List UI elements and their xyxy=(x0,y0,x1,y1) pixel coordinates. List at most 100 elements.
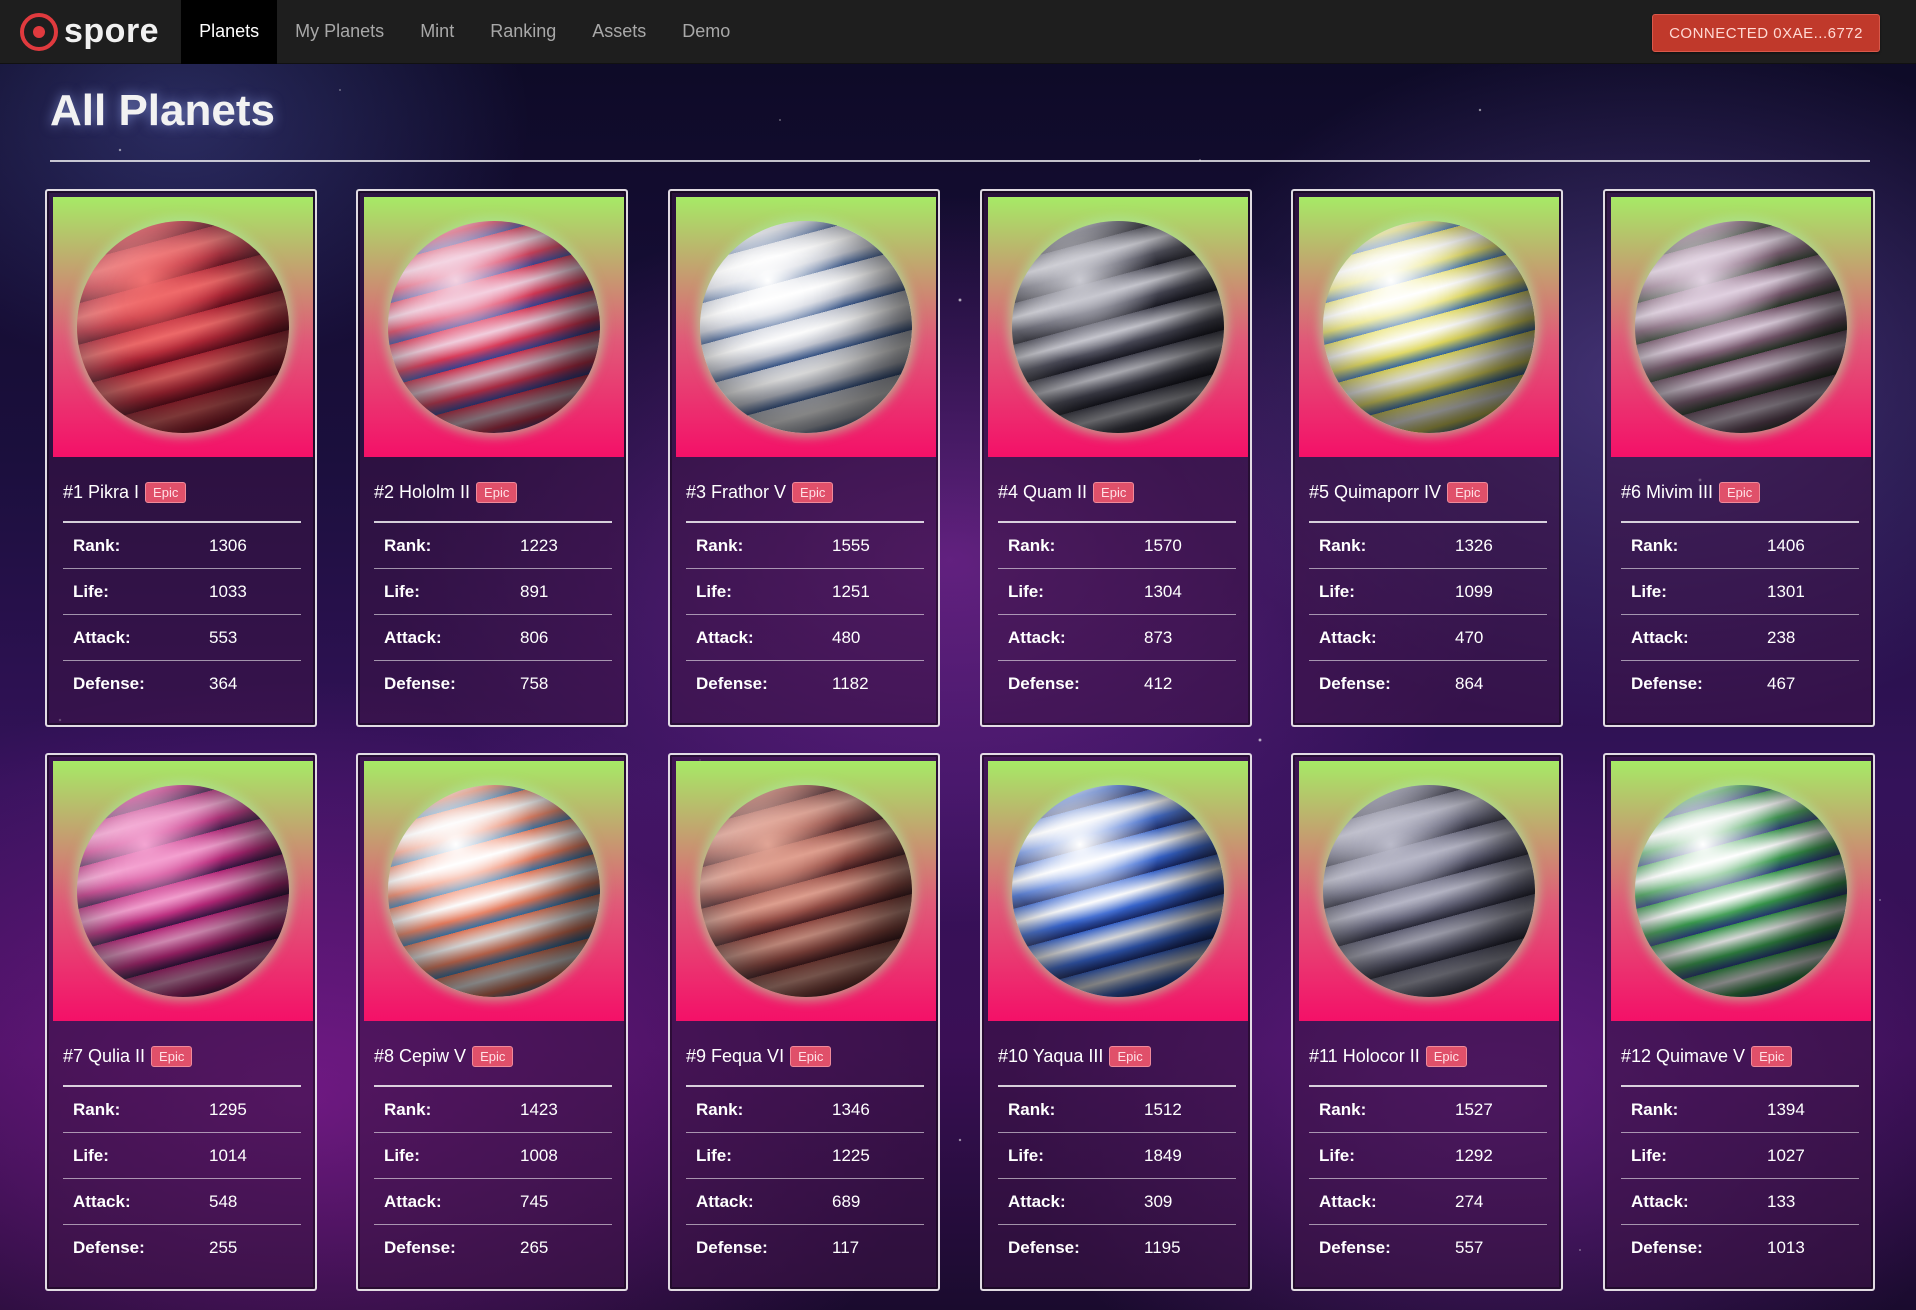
stat-label: Life: xyxy=(1631,1145,1667,1165)
stat-row-defense: Defense: 557 xyxy=(1309,1225,1547,1271)
stat-label: Life: xyxy=(1008,581,1044,601)
stat-label: Life: xyxy=(384,581,420,601)
planet-image-frame xyxy=(988,197,1248,457)
planet-image-frame xyxy=(1611,761,1871,1021)
planet-sphere-image xyxy=(1012,785,1224,997)
stat-label: Defense: xyxy=(696,1238,768,1257)
stat-label: Attack: xyxy=(1008,627,1066,647)
stat-row-attack: Attack: 553 xyxy=(63,615,301,661)
planet-title: #9 Fequa VI Epic xyxy=(686,1046,832,1067)
stat-value-rank: 1306 xyxy=(209,535,247,555)
stat-label: Defense: xyxy=(384,674,456,693)
stat-label: Rank: xyxy=(1631,1099,1679,1119)
planet-sphere-image xyxy=(388,785,600,997)
planet-title: #1 Pikra I Epic xyxy=(63,482,187,503)
planet-name: #11 Holocor II xyxy=(1309,1046,1420,1066)
planet-stats-table: Rank: 1394 Life: 1027 Attack: 133 Defens… xyxy=(1621,1085,1859,1271)
planet-sphere-image xyxy=(1323,221,1535,433)
stat-row-defense: Defense: 864 xyxy=(1309,661,1547,707)
stat-value-attack: 806 xyxy=(520,627,549,647)
stat-label: Attack: xyxy=(696,1191,754,1211)
planet-stats-table: Rank: 1570 Life: 1304 Attack: 873 Defens… xyxy=(998,521,1236,707)
stat-row-rank: Rank: 1295 xyxy=(63,1087,301,1133)
planet-stats-table: Rank: 1406 Life: 1301 Attack: 238 Defens… xyxy=(1621,521,1859,707)
stat-value-life: 1292 xyxy=(1455,1145,1493,1165)
stat-row-defense: Defense: 1013 xyxy=(1621,1225,1859,1271)
stat-label: Defense: xyxy=(73,674,145,693)
stat-value-life: 1027 xyxy=(1767,1145,1805,1165)
planet-card[interactable]: #7 Qulia II Epic Rank: 1295 Life: 1014 A… xyxy=(45,753,317,1291)
stat-value-life: 1008 xyxy=(520,1145,558,1165)
stat-row-rank: Rank: 1306 xyxy=(63,523,301,569)
stat-value-life: 1301 xyxy=(1767,581,1805,601)
planet-card[interactable]: #11 Holocor II Epic Rank: 1527 Life: 129… xyxy=(1291,753,1563,1291)
stat-value-life: 1251 xyxy=(832,581,870,601)
planet-card[interactable]: #2 Hololm II Epic Rank: 1223 Life: 891 A… xyxy=(356,189,628,727)
stat-value-defense: 1195 xyxy=(1144,1238,1181,1257)
stat-label: Attack: xyxy=(384,1191,442,1211)
planet-sphere-image xyxy=(1635,221,1847,433)
planet-card[interactable]: #4 Quam II Epic Rank: 1570 Life: 1304 At… xyxy=(980,189,1252,727)
planet-title: #12 Quimave V Epic xyxy=(1621,1046,1793,1067)
planet-stats-table: Rank: 1326 Life: 1099 Attack: 470 Defens… xyxy=(1309,521,1547,707)
stat-label: Rank: xyxy=(73,535,121,555)
stat-label: Rank: xyxy=(384,1099,432,1119)
stat-value-attack: 133 xyxy=(1767,1191,1796,1211)
planet-card[interactable]: #9 Fequa VI Epic Rank: 1346 Life: 1225 A… xyxy=(668,753,940,1291)
stat-value-attack: 873 xyxy=(1144,627,1173,647)
stat-value-defense: 1182 xyxy=(832,674,869,693)
stat-label: Defense: xyxy=(1631,674,1703,693)
stat-row-rank: Rank: 1570 xyxy=(998,523,1236,569)
stat-label: Defense: xyxy=(384,1238,456,1257)
stat-row-defense: Defense: 758 xyxy=(374,661,612,707)
planet-card[interactable]: #12 Quimave V Epic Rank: 1394 Life: 1027… xyxy=(1603,753,1875,1291)
stat-value-life: 1014 xyxy=(209,1145,247,1165)
planet-name: #2 Hololm II xyxy=(374,482,471,502)
planet-image-frame xyxy=(1611,197,1871,457)
stat-label: Attack: xyxy=(1319,627,1377,647)
stat-value-life: 1849 xyxy=(1144,1145,1182,1165)
planet-card[interactable]: #8 Cepiw V Epic Rank: 1423 Life: 1008 At… xyxy=(356,753,628,1291)
planet-sphere-image xyxy=(1635,785,1847,997)
planet-card[interactable]: #1 Pikra I Epic Rank: 1306 Life: 1033 At… xyxy=(45,189,317,727)
stat-value-rank: 1406 xyxy=(1767,535,1805,555)
planet-card[interactable]: #3 Frathor V Epic Rank: 1555 Life: 1251 … xyxy=(668,189,940,727)
planet-stats-table: Rank: 1223 Life: 891 Attack: 806 Defense… xyxy=(374,521,612,707)
planet-card[interactable]: #6 Mivim III Epic Rank: 1406 Life: 1301 … xyxy=(1603,189,1875,727)
stat-row-life: Life: 1292 xyxy=(1309,1133,1547,1179)
stat-label: Rank: xyxy=(1008,1099,1056,1119)
planet-name: #4 Quam II xyxy=(998,482,1088,502)
stat-label: Attack: xyxy=(1008,1191,1066,1211)
planet-sphere-image xyxy=(700,221,912,433)
planet-name: #6 Mivim III xyxy=(1621,482,1714,502)
planet-title: #7 Qulia II Epic xyxy=(63,1046,193,1067)
stat-row-attack: Attack: 873 xyxy=(998,615,1236,661)
stat-value-rank: 1394 xyxy=(1767,1099,1805,1119)
stat-row-rank: Rank: 1555 xyxy=(686,523,924,569)
stat-label: Life: xyxy=(1319,581,1355,601)
planet-card[interactable]: #10 Yaqua III Epic Rank: 1512 Life: 1849… xyxy=(980,753,1252,1291)
planet-image-frame xyxy=(364,761,624,1021)
stat-label: Attack: xyxy=(73,1191,131,1211)
stat-label: Rank: xyxy=(696,1099,744,1119)
stat-value-rank: 1346 xyxy=(832,1099,870,1119)
rarity-badge: Epic xyxy=(1093,482,1135,503)
stat-value-defense: 1013 xyxy=(1767,1238,1805,1257)
stat-row-rank: Rank: 1423 xyxy=(374,1087,612,1133)
stat-value-defense: 557 xyxy=(1455,1238,1484,1257)
planet-name: #3 Frathor V xyxy=(686,482,787,502)
stat-label: Attack: xyxy=(1631,627,1689,647)
planet-card[interactable]: #5 Quimaporr IV Epic Rank: 1326 Life: 10… xyxy=(1291,189,1563,727)
planet-title: #3 Frathor V Epic xyxy=(686,482,834,503)
planet-title: #10 Yaqua III Epic xyxy=(998,1046,1151,1067)
planet-title: #8 Cepiw V Epic xyxy=(374,1046,514,1067)
stat-label: Defense: xyxy=(696,674,768,693)
planet-stats-table: Rank: 1306 Life: 1033 Attack: 553 Defens… xyxy=(63,521,301,707)
rarity-badge: Epic xyxy=(790,1046,832,1067)
planet-title: #6 Mivim III Epic xyxy=(1621,482,1761,503)
planet-sphere-image xyxy=(77,785,289,997)
stat-value-attack: 745 xyxy=(520,1191,549,1211)
stat-value-attack: 274 xyxy=(1455,1191,1484,1211)
stat-row-defense: Defense: 255 xyxy=(63,1225,301,1271)
rarity-badge: Epic xyxy=(792,482,834,503)
